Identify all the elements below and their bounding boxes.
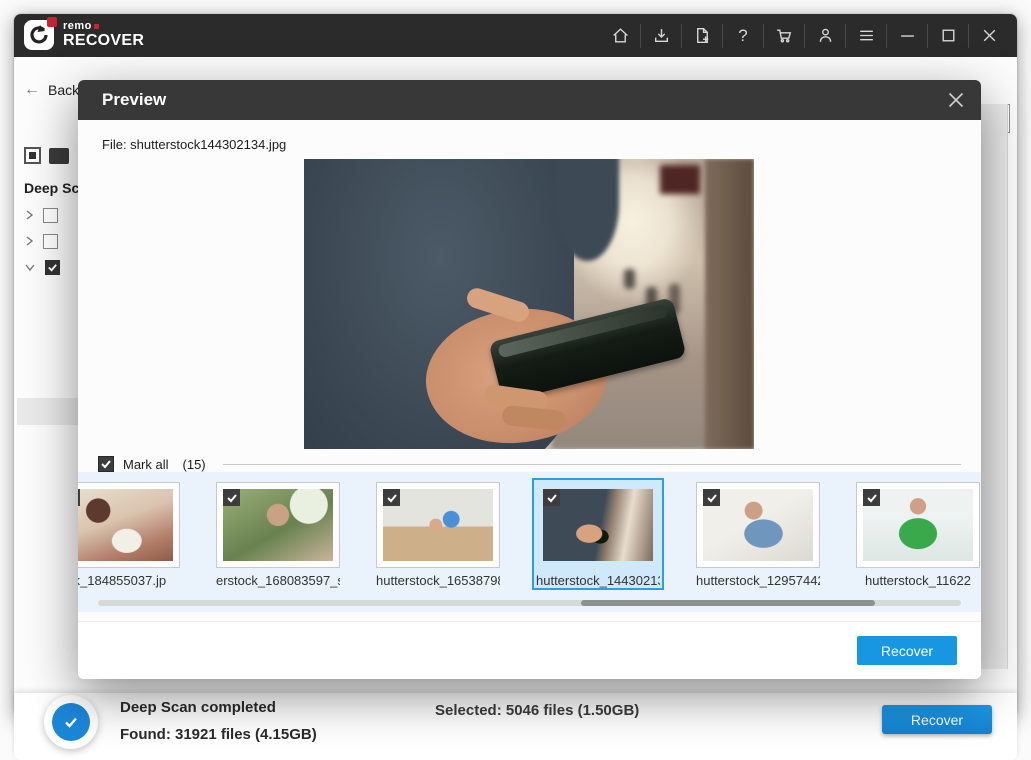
chevron-down-icon — [24, 262, 36, 272]
import-icon[interactable] — [641, 14, 681, 57]
drive-icon — [49, 148, 69, 164]
scrollbar-thumb[interactable] — [581, 600, 874, 606]
scan-status-text: Deep Scan completed — [120, 699, 276, 716]
thumbnail-item[interactable]: hutterstock_11622 — [852, 478, 981, 590]
brand-name-top: remo — [63, 21, 92, 32]
brand-logo: remo RECOVER — [24, 20, 144, 50]
thumbnail-checkbox[interactable] — [383, 489, 400, 506]
thumbnail-item[interactable]: erstock_168083597_slider — [212, 478, 344, 590]
brand-name-bottom: RECOVER — [63, 33, 144, 49]
preview-dialog-footer: Recover — [78, 621, 981, 679]
app-window: remo RECOVER ? ← — [14, 14, 1017, 717]
thumbnail-checkbox[interactable] — [543, 489, 560, 506]
thumbnail-checkbox[interactable] — [863, 489, 880, 506]
home-icon[interactable] — [600, 14, 640, 57]
thumbnail-caption: :k_184855037.jp — [78, 573, 180, 588]
horizontal-scrollbar — [98, 600, 961, 606]
maximize-icon[interactable] — [928, 14, 968, 57]
logo-red-square — [47, 17, 57, 27]
preview-image — [304, 159, 754, 449]
status-bar: Deep Scan completed Found: 31921 files (… — [14, 693, 1017, 760]
recover-button-modal[interactable]: Recover — [857, 636, 957, 665]
chevron-right-icon — [24, 235, 34, 247]
thumbnail-checkbox[interactable] — [703, 489, 720, 506]
dialog-title: Preview — [102, 90, 166, 110]
thumbnail-photo — [78, 489, 173, 561]
thumbnail-caption: erstock_168083597_slider — [216, 573, 340, 588]
dialog-close-icon[interactable] — [947, 91, 965, 109]
minimize-icon[interactable] — [887, 14, 927, 57]
found-value: 31921 files (4.15GB) — [175, 726, 317, 743]
back-arrow-icon: ← — [24, 81, 40, 99]
selected-files-text: Selected: 5046 files (1.50GB) — [435, 702, 639, 719]
mark-all-checkbox[interactable] — [98, 456, 114, 472]
user-icon[interactable] — [805, 14, 845, 57]
thumbnail-caption: hutterstock_11622 — [856, 573, 980, 588]
preview-dialog-header: Preview — [78, 80, 981, 120]
thumbnail-checkbox[interactable] — [78, 489, 80, 506]
checkbox-empty[interactable] — [43, 234, 58, 249]
checkbox-checked[interactable] — [45, 260, 60, 275]
new-file-icon[interactable] — [682, 14, 722, 57]
scan-complete-badge — [44, 695, 98, 749]
thumbnail-item-selected[interactable]: hutterstock_144302134.jp — [532, 478, 664, 590]
chevron-right-icon — [24, 209, 34, 221]
divider-line — [223, 464, 961, 465]
menu-icon[interactable] — [846, 14, 886, 57]
found-label: Found: — [120, 726, 171, 743]
mark-all-row: Mark all (15) — [98, 455, 961, 473]
thumbnail-checkbox[interactable] — [223, 489, 240, 506]
checkbox-empty[interactable] — [43, 208, 58, 223]
thumbnail-strip: :k_184855037.jp erstock_168083597_slider… — [78, 472, 981, 612]
thumbnail-item[interactable]: hutterstock_165387986.jp — [372, 478, 504, 590]
titlebar-actions: ? — [600, 14, 1009, 57]
back-button[interactable]: ← Back — [24, 81, 79, 99]
thumbnail-caption: hutterstock_144302134.jp — [536, 573, 660, 588]
brand-red-dot — [94, 24, 99, 29]
thumbnail-item[interactable]: :k_184855037.jp — [78, 478, 184, 590]
recover-button-main[interactable]: Recover — [882, 705, 992, 734]
thumbnail-item[interactable]: hutterstock_129574427.jp — [692, 478, 824, 590]
cart-icon[interactable] — [764, 14, 804, 57]
remo-logo-icon — [24, 20, 54, 50]
mark-all-label: Mark all — [123, 457, 169, 472]
titlebar: remo RECOVER ? — [14, 14, 1017, 57]
preview-filename: File: shutterstock144302134.jpg — [102, 137, 286, 152]
thumbnail-caption: hutterstock_165387986.jp — [376, 573, 500, 588]
help-icon[interactable]: ? — [723, 14, 763, 57]
close-icon[interactable] — [969, 14, 1009, 57]
preview-dialog: Preview File: shutterstock144302134.jpg — [78, 80, 981, 679]
tristate-checkbox[interactable] — [24, 147, 41, 164]
thumbnail-caption: hutterstock_129574427.jp — [696, 573, 820, 588]
check-circle-icon — [52, 703, 90, 741]
back-label: Back — [48, 82, 79, 98]
marked-count: (15) — [183, 457, 206, 472]
